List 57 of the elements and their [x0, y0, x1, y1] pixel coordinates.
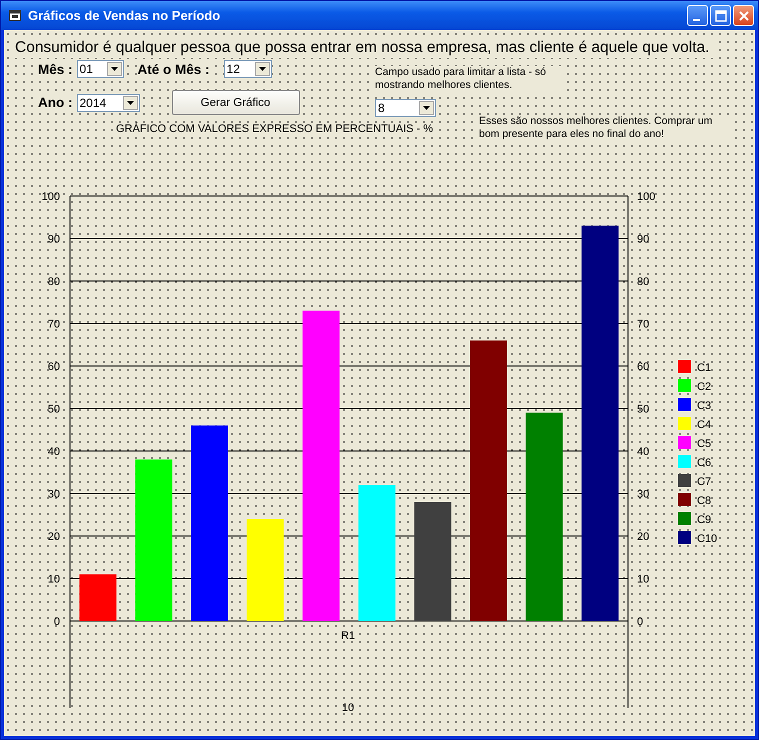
minimize-icon — [692, 18, 700, 20]
y-axis-label: 40 — [48, 446, 60, 458]
month-to-label: Até o Mês : — [138, 62, 210, 76]
y-axis-label: 30 — [48, 488, 60, 500]
chart-caption: GRÁFICO COM VALORES EXPRESSO EM PERCENTUAIS - % — [116, 123, 434, 135]
y-axis-label: 40 — [637, 446, 650, 458]
legend-label: C5 — [697, 438, 712, 450]
y-axis-label: 30 — [637, 488, 650, 500]
year-label: Ano : — [38, 95, 72, 110]
legend-label: C1 — [697, 362, 712, 374]
generate-chart-button[interactable]: Gerar Gráfico — [172, 90, 300, 115]
y-axis-label: 50 — [48, 404, 60, 416]
headline-text: Consumidor é qualquer pessoa que possa entrar em nossa empresa, mas cliente é aquele que volta. — [15, 38, 716, 58]
close-button[interactable] — [733, 5, 754, 26]
dropdown-arrow-icon — [423, 106, 430, 110]
legend-label: C6 — [697, 457, 712, 469]
y-axis-label: 80 — [637, 276, 650, 288]
dropdown-arrow-icon — [126, 100, 134, 104]
y-axis-label: 60 — [48, 361, 60, 373]
month-to-combo[interactable]: 12 — [224, 60, 272, 78]
y-axis-label: 50 — [637, 404, 650, 416]
y-axis-label: 70 — [637, 318, 650, 330]
limit-combo[interactable]: 8 — [375, 99, 436, 117]
legend-label: C8 — [697, 495, 712, 507]
month-from-combo[interactable]: 01 — [76, 60, 124, 78]
y-axis-label: 20 — [637, 531, 650, 543]
legend-label: C2 — [697, 381, 712, 393]
close-icon — [738, 10, 750, 22]
y-axis-label: 10 — [637, 574, 650, 586]
y-axis-label: 80 — [48, 276, 60, 288]
legend-label: C7 — [697, 476, 712, 488]
legend-label: C3 — [697, 400, 712, 412]
maximize-button[interactable] — [710, 5, 731, 26]
y-axis-label: 0 — [637, 616, 644, 628]
y-axis-label: 70 — [48, 318, 60, 330]
y-axis-label: 0 — [54, 616, 60, 628]
dropdown-arrow-icon — [110, 67, 118, 71]
legend-label: C4 — [697, 419, 712, 431]
y-axis-label: 60 — [637, 361, 650, 373]
window-title: Gráficos de Vendas no Período — [28, 8, 222, 23]
y-axis-label: 90 — [48, 234, 60, 246]
minimize-button[interactable] — [687, 5, 708, 26]
dropdown-arrow-icon — [258, 67, 266, 71]
x-axis-title: 10 — [342, 702, 354, 714]
category-label: R1 — [340, 630, 356, 642]
legend-label: C9 — [697, 514, 712, 526]
month-from-label: Mês : — [38, 62, 73, 76]
y-axis-label: 20 — [48, 531, 60, 543]
best-clients-note: Esses são nossos melhores clientes. Comprar um bom presente para eles no final do ano! — [479, 115, 729, 141]
maximize-icon — [714, 10, 726, 22]
legend-label: C10 — [697, 533, 718, 545]
year-combo[interactable]: 2014 — [76, 94, 140, 112]
window-icon — [9, 10, 21, 21]
y-axis-label: 90 — [637, 234, 650, 246]
y-axis-label: 10 — [48, 574, 60, 586]
y-axis-label: 100 — [42, 191, 60, 203]
y-axis-label: 100 — [637, 191, 656, 203]
